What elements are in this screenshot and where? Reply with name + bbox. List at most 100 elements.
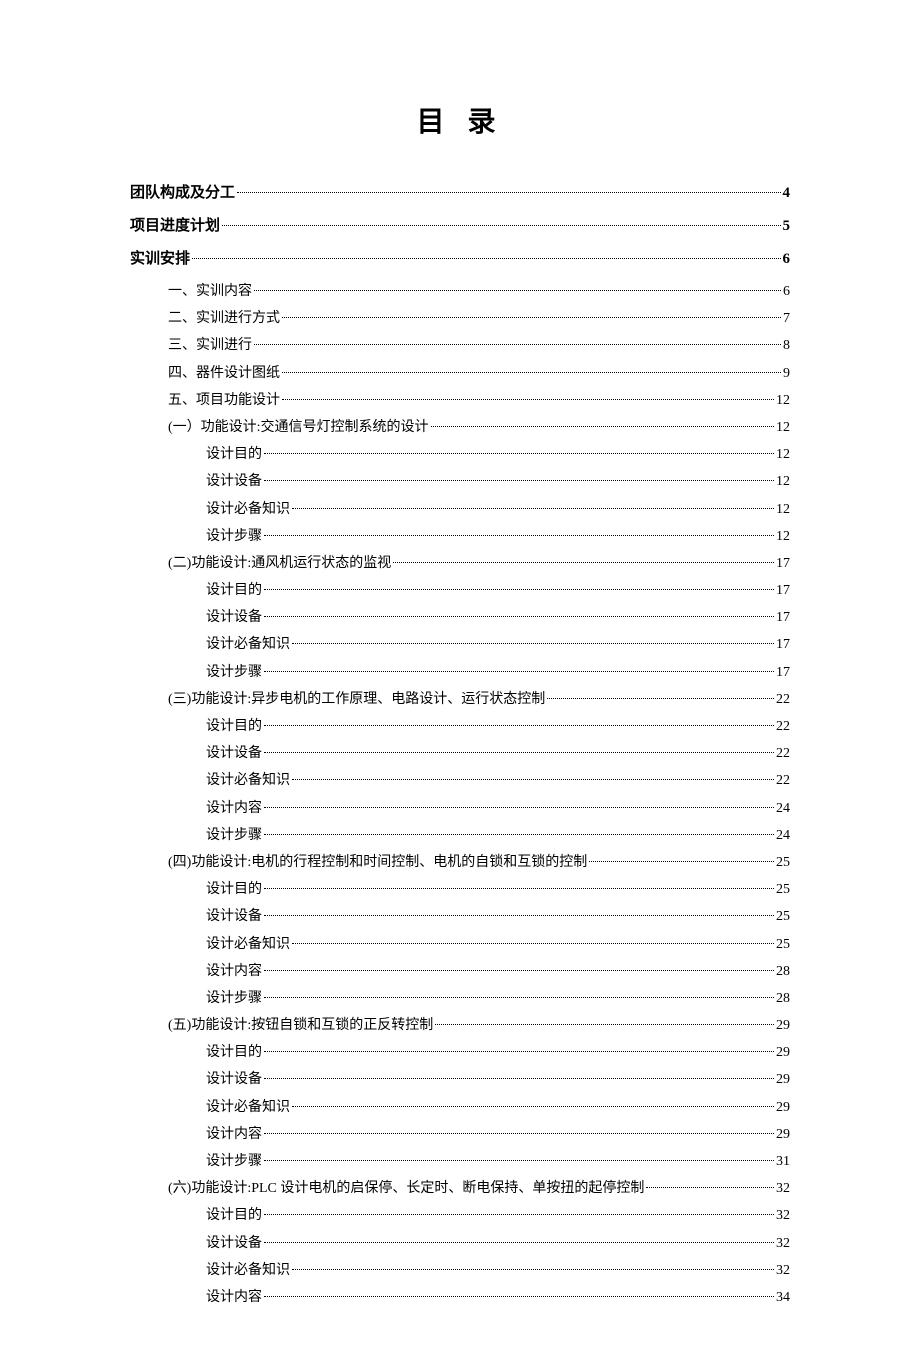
toc-entry-page: 22 (776, 768, 790, 793)
toc-entry-page: 25 (776, 932, 790, 957)
toc-dots (292, 643, 774, 644)
toc-dots (264, 616, 774, 617)
toc-entry-page: 8 (783, 333, 790, 358)
toc-entry-label: 设计内容 (206, 959, 262, 984)
toc-entry-page: 22 (776, 687, 790, 712)
toc-entry-page: 25 (776, 877, 790, 902)
toc-entry: 三、实训进行 8 (130, 333, 790, 358)
toc-entry-label: 设计设备 (206, 469, 262, 494)
toc-entry: (五)功能设计:按钮自锁和互锁的正反转控制 29 (130, 1013, 790, 1038)
toc-dots (589, 861, 774, 862)
toc-entry-label: 设计设备 (206, 1231, 262, 1256)
page-title: 目 录 (130, 100, 790, 140)
toc-entry-page: 32 (776, 1176, 790, 1201)
toc-entry-label: 设计设备 (206, 1067, 262, 1092)
toc-entry-page: 12 (776, 415, 790, 440)
toc-entry-page: 12 (776, 524, 790, 549)
toc-entry-label: 设计目的 (206, 714, 262, 739)
toc-entry-label: 设计步骤 (206, 660, 262, 685)
toc-dots (292, 943, 774, 944)
toc-entry-page: 24 (776, 823, 790, 848)
toc-entry-label: 设计必备知识 (206, 497, 290, 522)
toc-dots (264, 1296, 774, 1297)
toc-entry-page: 7 (783, 306, 790, 331)
table-of-contents: 团队构成及分工4项目进度计划5实训安排6一、实训内容6二、实训进行方式7三、实训… (130, 180, 790, 1310)
toc-entry-label: 设计目的 (206, 578, 262, 603)
toc-dots (282, 399, 774, 400)
toc-entry: (四)功能设计:电机的行程控制和时间控制、电机的自锁和互锁的控制25 (130, 850, 790, 875)
toc-entry-label: (三)功能设计:异步电机的工作原理、电路设计、运行状态控制 (168, 687, 545, 712)
toc-entry-label: (二)功能设计:通风机运行状态的监视 (168, 551, 391, 576)
toc-entry-label: 五、项目功能设计 (168, 388, 280, 413)
toc-entry-label: 设计内容 (206, 1285, 262, 1310)
toc-entry-label: 设计目的 (206, 877, 262, 902)
toc-entry: 设计设备22 (130, 741, 790, 766)
toc-entry-page: 29 (776, 1013, 790, 1038)
toc-dots (264, 752, 774, 753)
toc-entry: 设计步骤28 (130, 986, 790, 1011)
toc-entry-page: 28 (776, 959, 790, 984)
toc-entry-label: 设计设备 (206, 904, 262, 929)
toc-dots (264, 888, 774, 889)
toc-dots (192, 258, 780, 259)
toc-entry-label: 设计步骤 (206, 1149, 262, 1174)
toc-entry: (二)功能设计:通风机运行状态的监视 17 (130, 551, 790, 576)
toc-entry-page: 12 (776, 388, 790, 413)
toc-entry-page: 4 (783, 180, 791, 207)
toc-entry-page: 17 (776, 578, 790, 603)
toc-entry-page: 22 (776, 741, 790, 766)
toc-dots (254, 344, 781, 345)
toc-entry-label: 一、实训内容 (168, 279, 252, 304)
toc-dots (264, 1133, 774, 1134)
toc-entry-page: 12 (776, 469, 790, 494)
toc-entry-label: 设计步骤 (206, 986, 262, 1011)
toc-entry-label: 设计目的 (206, 1203, 262, 1228)
toc-entry: 设计内容 28 (130, 959, 790, 984)
toc-entry-page: 17 (776, 605, 790, 630)
toc-dots (393, 562, 774, 563)
toc-entry-page: 29 (776, 1040, 790, 1065)
toc-entry: 设计步骤 12 (130, 524, 790, 549)
toc-entry-page: 22 (776, 714, 790, 739)
toc-dots (264, 915, 774, 916)
toc-entry-page: 17 (776, 551, 790, 576)
toc-dots (292, 779, 774, 780)
toc-entry-label: 设计内容 (206, 796, 262, 821)
toc-entry-label: (五)功能设计:按钮自锁和互锁的正反转控制 (168, 1013, 433, 1038)
toc-dots (264, 453, 774, 454)
toc-entry-label: 设计目的 (206, 1040, 262, 1065)
toc-entry: 设计设备29 (130, 1067, 790, 1092)
toc-dots (254, 290, 781, 291)
toc-entry: 设计必备知识17 (130, 632, 790, 657)
toc-entry-label: 实训安排 (130, 246, 190, 273)
toc-entry-page: 12 (776, 442, 790, 467)
toc-dots (264, 1214, 774, 1215)
toc-dots (264, 1078, 774, 1079)
toc-entry-label: (一）功能设计:交通信号灯控制系统的设计 (168, 415, 429, 440)
toc-entry: 设计步骤 24 (130, 823, 790, 848)
toc-dots (435, 1024, 774, 1025)
toc-entry: 团队构成及分工4 (130, 180, 790, 207)
toc-dots (264, 671, 774, 672)
toc-entry-label: 设计必备知识 (206, 768, 290, 793)
toc-entry-page: 24 (776, 796, 790, 821)
toc-entry: 设计目的 25 (130, 877, 790, 902)
toc-entry: 设计目的 17 (130, 578, 790, 603)
toc-entry: 设计设备 12 (130, 469, 790, 494)
toc-entry-label: 三、实训进行 (168, 333, 252, 358)
toc-dots (264, 997, 774, 998)
toc-entry: 设计步骤17 (130, 660, 790, 685)
toc-entry-page: 5 (783, 213, 791, 240)
toc-entry: 设计必备知识29 (130, 1095, 790, 1120)
toc-entry-label: 设计目的 (206, 442, 262, 467)
toc-dots (264, 834, 774, 835)
toc-entry-label: 设计必备知识 (206, 632, 290, 657)
toc-entry-label: 设计步骤 (206, 823, 262, 848)
toc-entry-page: 32 (776, 1231, 790, 1256)
toc-entry-label: 设计步骤 (206, 524, 262, 549)
toc-entry-label: (六)功能设计:PLC 设计电机的启保停、长定时、断电保持、单按扭的起停控制 (168, 1176, 644, 1201)
toc-entry-page: 12 (776, 497, 790, 522)
toc-entry: 设计内容29 (130, 1122, 790, 1147)
toc-entry: (一）功能设计:交通信号灯控制系统的设计 12 (130, 415, 790, 440)
toc-entry: 设计内容 24 (130, 796, 790, 821)
